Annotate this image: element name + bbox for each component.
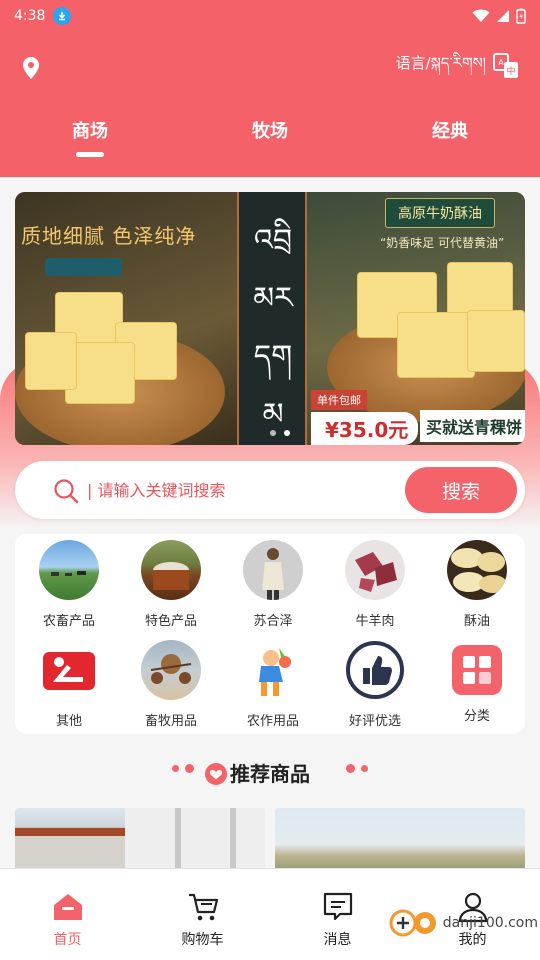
nav-cart-label: 购物车 bbox=[181, 932, 224, 948]
banner-promo: 买就送青稞饼 bbox=[420, 410, 525, 442]
search-input[interactable] bbox=[87, 476, 387, 504]
livestock-supplies-icon bbox=[141, 640, 201, 700]
pasture-photo-icon bbox=[39, 540, 99, 600]
tibetan-line: མར bbox=[253, 281, 293, 316]
banner-pagination bbox=[270, 430, 290, 436]
search-button[interactable]: 搜索 bbox=[405, 467, 517, 513]
top-tabs: 商场 牧场 经典 bbox=[0, 117, 540, 157]
pagination-dot[interactable] bbox=[270, 430, 276, 436]
category-label: 特色产品 bbox=[144, 614, 197, 629]
category-label: 牛羊肉 bbox=[355, 614, 395, 629]
recommend-title: 推荐商品 bbox=[230, 762, 310, 786]
app-header: 语言/སྐད་རིགས། 中 A 商场 牧场 经典 bbox=[0, 32, 540, 177]
banner-product-subtitle: “奶香味足 可代替黄油” bbox=[380, 236, 505, 250]
message-icon bbox=[323, 892, 352, 921]
category-label: 苏合泽 bbox=[253, 614, 293, 629]
translate-icon[interactable]: 中 A bbox=[492, 52, 520, 80]
tab-ranch-label: 牧场 bbox=[252, 121, 288, 142]
tibetan-line: འབྲི bbox=[253, 223, 293, 258]
category-item-classify[interactable]: 分类 bbox=[426, 634, 528, 724]
promo-banner[interactable]: 质地细腻 色泽纯净 འབྲི མར དག མ 高原牛奶酥油 “奶香味足 可代替黄… bbox=[15, 192, 525, 445]
product-card[interactable] bbox=[15, 808, 265, 868]
banner-shipping-tag: 单件包邮 bbox=[311, 390, 367, 410]
banner-left-panel: 质地细腻 色泽纯净 bbox=[15, 192, 237, 445]
banner-brand-tag bbox=[45, 258, 123, 276]
category-grid: 农畜产品 特色产品 苏合泽 牛羊肉 酥油 其他 畜牧用品 农作用品 好评优选 分… bbox=[15, 534, 525, 734]
specialty-photo-icon bbox=[141, 540, 201, 600]
nav-home[interactable]: 首页 bbox=[0, 869, 135, 960]
nav-cart[interactable]: 购物车 bbox=[135, 869, 270, 960]
butter-block-image bbox=[25, 332, 77, 390]
location-pin-icon[interactable] bbox=[20, 56, 42, 80]
category-item-top-rated[interactable]: 好评优选 bbox=[324, 634, 426, 729]
recommend-dots-right bbox=[346, 764, 368, 773]
tibetan-line: དག bbox=[253, 339, 293, 374]
battery-icon bbox=[516, 8, 526, 24]
download-notification-icon bbox=[53, 7, 72, 25]
language-label: 语言/སྐད་རིགས། bbox=[395, 54, 486, 72]
nav-messages-label: 消息 bbox=[323, 932, 352, 948]
category-item-meat[interactable]: 牛羊肉 bbox=[324, 534, 426, 629]
banner-price: ¥35.0元 bbox=[311, 412, 419, 445]
category-label: 畜牧用品 bbox=[144, 714, 197, 729]
svg-text:中: 中 bbox=[506, 65, 515, 77]
tab-mall[interactable]: 商场 bbox=[30, 117, 150, 157]
tab-ranch[interactable]: 牧场 bbox=[210, 117, 330, 153]
category-item-other[interactable]: 其他 bbox=[18, 634, 120, 729]
category-label: 农畜产品 bbox=[42, 614, 95, 629]
nav-home-label: 首页 bbox=[53, 932, 82, 948]
search-icon bbox=[54, 479, 79, 504]
svg-text:A: A bbox=[498, 58, 504, 67]
watermark: danji100.com bbox=[389, 909, 538, 937]
nav-messages[interactable]: 消息 bbox=[270, 869, 405, 960]
pagination-dot-active[interactable] bbox=[284, 430, 290, 436]
banner-tibetan-text: འབྲི མར དག མ bbox=[245, 212, 301, 444]
person-photo-icon bbox=[243, 540, 303, 600]
wifi-icon bbox=[472, 9, 490, 22]
other-icon bbox=[39, 640, 99, 700]
cart-icon bbox=[188, 893, 218, 921]
banner-product-title: 高原牛奶酥油 bbox=[385, 198, 495, 228]
home-icon bbox=[53, 894, 82, 920]
category-item-farming-supplies[interactable]: 农作用品 bbox=[222, 634, 324, 729]
signal-icon bbox=[497, 10, 509, 22]
butter-block-image bbox=[397, 312, 475, 378]
category-item-suhezhe[interactable]: 苏合泽 bbox=[222, 534, 324, 629]
product-card[interactable] bbox=[275, 808, 525, 868]
category-grid-icon bbox=[452, 645, 502, 695]
tab-classic-label: 经典 bbox=[432, 121, 468, 142]
status-time: 4:38 bbox=[14, 8, 46, 24]
bottom-nav: 首页 购物车 消息 我的 danji100.com bbox=[0, 868, 540, 960]
watermark-logo-icon bbox=[389, 909, 436, 937]
search-bar: 搜索 bbox=[15, 461, 525, 519]
butter-photo-icon bbox=[447, 540, 507, 600]
watermark-text: danji100.com bbox=[442, 915, 538, 931]
category-item-livestock-supplies[interactable]: 畜牧用品 bbox=[120, 634, 222, 729]
category-label: 酥油 bbox=[463, 614, 490, 629]
meat-photo-icon bbox=[345, 540, 405, 600]
tab-mall-label: 商场 bbox=[72, 121, 108, 142]
category-item-livestock-products[interactable]: 农畜产品 bbox=[18, 534, 120, 629]
butter-block-image bbox=[467, 310, 525, 372]
language-switch[interactable]: 语言/སྐད་རིགས། bbox=[396, 54, 486, 80]
category-item-specialty[interactable]: 特色产品 bbox=[120, 534, 222, 629]
farming-supplies-icon bbox=[243, 640, 303, 700]
category-label: 分类 bbox=[463, 709, 490, 724]
category-item-butter[interactable]: 酥油 bbox=[426, 534, 528, 629]
category-label: 农作用品 bbox=[246, 714, 299, 729]
tab-classic[interactable]: 经典 bbox=[390, 117, 510, 153]
status-bar: 4:38 bbox=[0, 0, 540, 32]
banner-headline: 质地细腻 色泽纯净 bbox=[21, 224, 197, 248]
category-label: 好评优选 bbox=[348, 714, 401, 729]
thumbs-up-icon bbox=[345, 640, 405, 700]
category-label: 其他 bbox=[55, 714, 82, 729]
